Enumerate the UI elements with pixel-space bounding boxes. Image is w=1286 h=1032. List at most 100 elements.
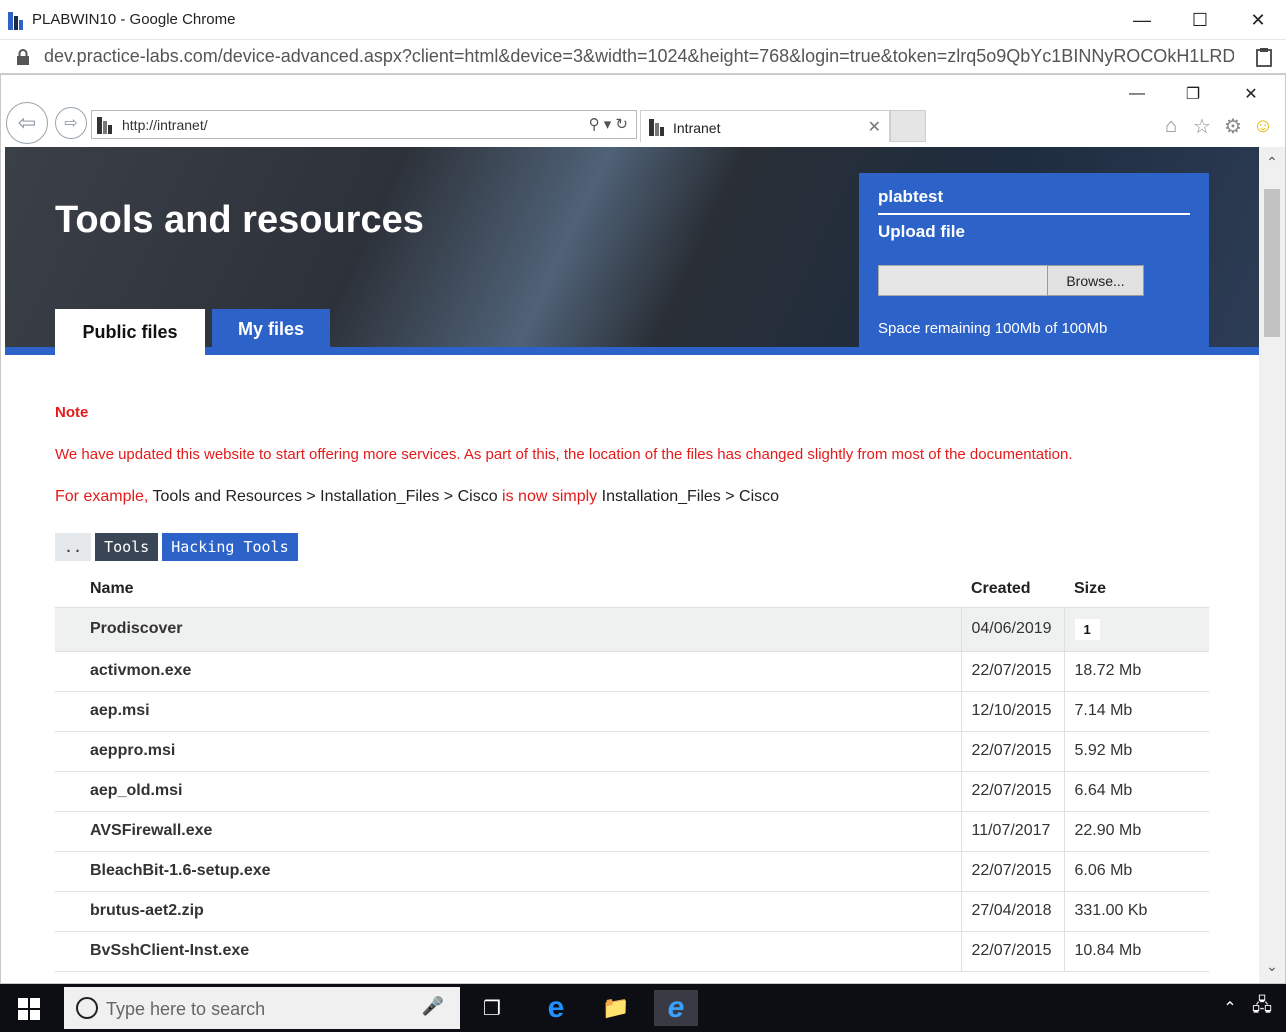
scroll-up-icon[interactable]: ⌃ — [1263, 153, 1281, 171]
search-refresh-icons[interactable]: ⚲ ▾ ↻ — [589, 115, 628, 133]
note-example: For example, Tools and Resources > Insta… — [55, 488, 779, 506]
scroll-thumb[interactable] — [1264, 189, 1280, 337]
file-path-field[interactable] — [878, 265, 1048, 296]
file-name[interactable]: AVSFirewall.exe — [55, 811, 961, 852]
file-created: 22/07/2015 — [960, 651, 1064, 692]
breadcrumb-parent[interactable]: .. — [55, 533, 92, 561]
maximize-button[interactable]: ☐ — [1172, 0, 1228, 40]
folder-name[interactable]: Prodiscover — [55, 606, 961, 652]
tab-close-icon[interactable]: ✕ — [868, 117, 881, 137]
file-created: 27/04/2018 — [960, 891, 1064, 932]
table-row[interactable]: AVSFirewall.exe 11/07/2017 22.90 Mb — [55, 811, 1209, 852]
file-size: 6.06 Mb — [1063, 851, 1209, 892]
ie-restore-button[interactable]: ❐ — [1173, 83, 1213, 105]
ie-close-button[interactable]: ✕ — [1231, 83, 1271, 105]
breadcrumb-tools[interactable]: Tools — [95, 533, 159, 561]
tab-intranet[interactable]: Intranet ✕ — [640, 110, 890, 142]
folder-count-badge: 1 — [1074, 618, 1100, 640]
header-size[interactable]: Size — [1064, 571, 1209, 607]
table-row[interactable]: activmon.exe 22/07/2015 18.72 Mb — [55, 651, 1209, 692]
note-example-old-path: Tools and Resources > Installation_Files… — [152, 488, 498, 505]
internet-explorer-icon[interactable]: e — [654, 990, 698, 1026]
breadcrumb-hacking-tools[interactable]: Hacking Tools — [162, 533, 298, 561]
taskbar-search[interactable]: Type here to search 🎤 — [64, 987, 460, 1029]
chrome-title-bar: PLABWIN10 - Google Chrome — ☐ ✕ — [0, 0, 1286, 40]
file-name[interactable]: aeppro.msi — [55, 731, 961, 772]
page-viewport: Tools and resources Public files My file… — [5, 147, 1259, 983]
close-button[interactable]: ✕ — [1230, 0, 1286, 40]
table-row[interactable]: aeppro.msi 22/07/2015 5.92 Mb — [55, 731, 1209, 772]
network-icon[interactable]: 🖧 — [1240, 990, 1284, 1026]
address-text[interactable]: http://intranet/ — [122, 117, 208, 133]
table-row[interactable]: BvSshClient-Inst.exe 22/07/2015 10.84 Mb — [55, 931, 1209, 972]
header-created[interactable]: Created — [961, 571, 1064, 607]
task-view-icon[interactable]: ❐ — [470, 990, 514, 1026]
file-name[interactable]: BvSshClient-Inst.exe — [55, 931, 961, 972]
tab-favicon-icon — [649, 119, 664, 136]
file-explorer-icon[interactable]: 📁 — [594, 990, 638, 1026]
folder-count-cell: 1 — [1063, 606, 1209, 652]
table-row[interactable]: BleachBit-1.6-setup.exe 22/07/2015 6.06 Mb — [55, 851, 1209, 892]
home-icon[interactable]: ⌂ — [1158, 113, 1184, 139]
file-name[interactable]: brutus-aet2.zip — [55, 891, 961, 932]
new-tab-button[interactable] — [890, 110, 926, 142]
windows-start-icon[interactable] — [18, 998, 40, 1020]
file-size: 331.00 Kb — [1063, 891, 1209, 932]
ie-minimize-button[interactable]: — — [1117, 83, 1157, 105]
file-size: 18.72 Mb — [1063, 651, 1209, 692]
edge-icon[interactable]: e — [534, 990, 578, 1026]
file-name[interactable]: BleachBit-1.6-setup.exe — [55, 851, 961, 892]
cortana-icon — [76, 997, 98, 1019]
window-title: PLABWIN10 - Google Chrome — [32, 11, 236, 28]
folder-created: 04/06/2019 — [960, 606, 1064, 652]
table-row[interactable]: aep.msi 12/10/2015 7.14 Mb — [55, 691, 1209, 732]
url-text[interactable]: dev.practice-labs.com/device-advanced.as… — [44, 46, 1234, 67]
note-example-mid: is now simply — [497, 488, 602, 505]
folder-row[interactable]: Prodiscover 04/06/2019 1 — [55, 606, 1209, 652]
breadcrumb: .. Tools Hacking Tools — [55, 533, 298, 561]
app-logo-icon — [8, 12, 23, 30]
file-name[interactable]: aep.msi — [55, 691, 961, 732]
file-size: 6.64 Mb — [1063, 771, 1209, 812]
note-title: Note — [55, 404, 89, 421]
file-size: 7.14 Mb — [1063, 691, 1209, 732]
page-scrollbar[interactable]: ⌃ ⌄ — [1259, 147, 1285, 983]
file-name[interactable]: activmon.exe — [55, 651, 961, 692]
space-remaining: Space remaining 100Mb of 100Mb — [878, 320, 1108, 337]
scroll-down-icon[interactable]: ⌄ — [1263, 957, 1281, 975]
feedback-smiley-icon[interactable]: ☺ — [1250, 113, 1276, 139]
header-name[interactable]: Name — [55, 571, 961, 607]
favorites-star-icon[interactable]: ☆ — [1189, 113, 1215, 139]
ie-toolbar: — ❐ ✕ ⇦ ⇨ http://intranet/ ⚲ ▾ ↻ Intrane… — [1, 75, 1285, 147]
browse-button[interactable]: Browse... — [1047, 265, 1144, 296]
table-row[interactable]: aep_old.msi 22/07/2015 6.64 Mb — [55, 771, 1209, 812]
file-created: 22/07/2015 — [960, 731, 1064, 772]
divider — [878, 213, 1190, 215]
clipboard-icon[interactable] — [1256, 47, 1272, 67]
file-created: 22/07/2015 — [960, 851, 1064, 892]
tab-title: Intranet — [673, 120, 721, 136]
upload-title: Upload file — [878, 222, 965, 241]
lock-icon — [17, 49, 29, 65]
ie-window: — ❐ ✕ ⇦ ⇨ http://intranet/ ⚲ ▾ ↻ Intrane… — [0, 74, 1286, 984]
back-button[interactable]: ⇦ — [6, 102, 48, 144]
table-row[interactable]: brutus-aet2.zip 27/04/2018 331.00 Kb — [55, 891, 1209, 932]
note-text: We have updated this website to start of… — [55, 446, 1073, 463]
settings-gear-icon[interactable]: ⚙ — [1220, 113, 1246, 139]
taskbar: Type here to search 🎤 ❐ e 📁 e ⌃ 🖧 — [0, 984, 1286, 1032]
note-example-prefix: For example, — [55, 488, 153, 505]
forward-button[interactable]: ⇨ — [55, 107, 87, 139]
site-favicon-icon — [97, 117, 112, 134]
minimize-button[interactable]: — — [1114, 0, 1170, 40]
upload-panel: plabtest Upload file Browse... Space rem… — [859, 173, 1209, 347]
file-created: 11/07/2017 — [960, 811, 1064, 852]
file-size: 5.92 Mb — [1063, 731, 1209, 772]
tab-my-files[interactable]: My files — [212, 309, 330, 349]
tab-public-files[interactable]: Public files — [55, 309, 205, 355]
file-size: 10.84 Mb — [1063, 931, 1209, 972]
file-created: 22/07/2015 — [960, 931, 1064, 972]
table-header-row: Name Created Size — [55, 571, 1209, 607]
file-name[interactable]: aep_old.msi — [55, 771, 961, 812]
address-bar[interactable]: http://intranet/ ⚲ ▾ ↻ — [91, 110, 637, 139]
microphone-icon[interactable]: 🎤 — [422, 996, 444, 1017]
